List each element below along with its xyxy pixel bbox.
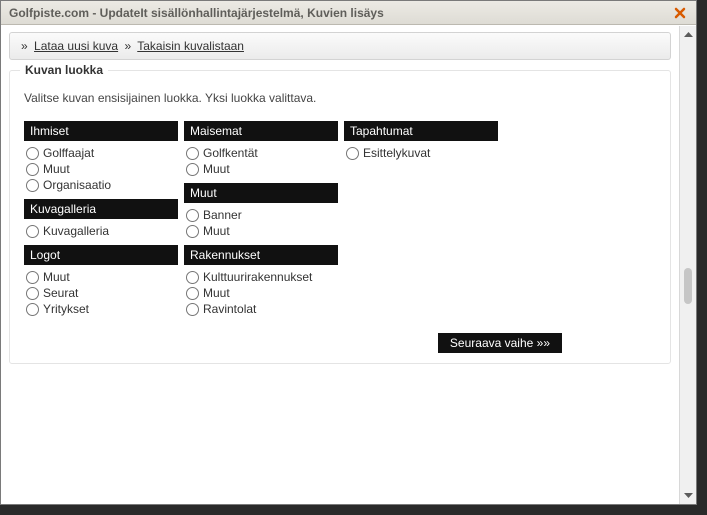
breadcrumb-link-upload[interactable]: Lataa uusi kuva	[34, 39, 118, 53]
scroll-area: » Lataa uusi kuva » Takaisin kuvalistaan…	[1, 26, 679, 504]
option-kulttuurirakennukset[interactable]: Kulttuurirakennukset	[184, 269, 338, 285]
option-label: Kulttuurirakennukset	[203, 269, 312, 285]
radio-input[interactable]	[26, 287, 39, 300]
panel-desc: Valitse kuvan ensisijainen luokka. Yksi …	[24, 91, 656, 105]
option-golfkentat[interactable]: Golfkentät	[184, 145, 338, 161]
radio-input[interactable]	[26, 179, 39, 192]
column-3: Tapahtumat Esittelykuvat	[344, 121, 498, 323]
group-ihmiset: Ihmiset Golffaajat Muut Organisaatio	[24, 121, 178, 193]
option-label: Muut	[203, 223, 230, 239]
option-seurat[interactable]: Seurat	[24, 285, 178, 301]
option-muut[interactable]: Muut	[184, 285, 338, 301]
category-panel: Kuvan luokka Valitse kuvan ensisijainen …	[9, 70, 671, 364]
radio-input[interactable]	[26, 147, 39, 160]
next-step-button[interactable]: Seuraava vaihe »»	[438, 333, 562, 353]
radio-input[interactable]	[186, 225, 199, 238]
option-muut[interactable]: Muut	[184, 161, 338, 177]
option-banner[interactable]: Banner	[184, 207, 338, 223]
chevron-up-icon	[684, 32, 693, 37]
option-muut[interactable]: Muut	[24, 161, 178, 177]
content-wrap: » Lataa uusi kuva » Takaisin kuvalistaan…	[1, 26, 696, 504]
group-header: Kuvagalleria	[24, 199, 178, 219]
radio-input[interactable]	[186, 303, 199, 316]
category-columns: Ihmiset Golffaajat Muut Organisaatio Kuv…	[24, 121, 656, 323]
close-icon	[673, 6, 687, 20]
radio-input[interactable]	[186, 163, 199, 176]
option-esittelykuvat[interactable]: Esittelykuvat	[344, 145, 498, 161]
group-header: Ihmiset	[24, 121, 178, 141]
close-button[interactable]	[672, 5, 688, 21]
option-label: Esittelykuvat	[363, 145, 430, 161]
vertical-scrollbar[interactable]	[679, 26, 696, 504]
group-header: Muut	[184, 183, 338, 203]
radio-input[interactable]	[26, 303, 39, 316]
group-maisemat: Maisemat Golfkentät Muut	[184, 121, 338, 177]
titlebar: Golfpiste.com - UpdateIt sisällönhallint…	[1, 1, 696, 25]
group-header: Tapahtumat	[344, 121, 498, 141]
option-label: Muut	[43, 161, 70, 177]
option-ravintolat[interactable]: Ravintolat	[184, 301, 338, 317]
group-kuvagalleria: Kuvagalleria Kuvagalleria	[24, 199, 178, 239]
column-2: Maisemat Golfkentät Muut Muut Banner Muu…	[184, 121, 338, 323]
option-label: Golffaajat	[43, 145, 94, 161]
option-kuvagalleria[interactable]: Kuvagalleria	[24, 223, 178, 239]
option-label: Kuvagalleria	[43, 223, 109, 239]
group-header: Rakennukset	[184, 245, 338, 265]
radio-input[interactable]	[186, 287, 199, 300]
button-row: Seuraava vaihe »»	[24, 333, 656, 353]
option-label: Golfkentät	[203, 145, 258, 161]
option-yritykset[interactable]: Yritykset	[24, 301, 178, 317]
breadcrumb-sep: »	[124, 39, 131, 53]
breadcrumb: » Lataa uusi kuva » Takaisin kuvalistaan	[9, 32, 671, 60]
option-label: Banner	[203, 207, 242, 223]
panel-title: Kuvan luokka	[20, 63, 108, 77]
option-golffaajat[interactable]: Golffaajat	[24, 145, 178, 161]
option-label: Organisaatio	[43, 177, 111, 193]
option-muut[interactable]: Muut	[24, 269, 178, 285]
option-label: Seurat	[43, 285, 78, 301]
radio-input[interactable]	[26, 271, 39, 284]
option-muut[interactable]: Muut	[184, 223, 338, 239]
radio-input[interactable]	[26, 163, 39, 176]
scroll-up-button[interactable]	[681, 26, 696, 43]
radio-input[interactable]	[186, 271, 199, 284]
option-label: Muut	[203, 161, 230, 177]
window-title: Golfpiste.com - UpdateIt sisällönhallint…	[9, 6, 384, 20]
radio-input[interactable]	[186, 209, 199, 222]
radio-input[interactable]	[186, 147, 199, 160]
breadcrumb-sep: »	[21, 39, 28, 53]
group-tapahtumat: Tapahtumat Esittelykuvat	[344, 121, 498, 161]
option-organisaatio[interactable]: Organisaatio	[24, 177, 178, 193]
scrollbar-thumb[interactable]	[684, 268, 692, 304]
radio-input[interactable]	[26, 225, 39, 238]
option-label: Ravintolat	[203, 301, 256, 317]
chevron-down-icon	[684, 493, 693, 498]
breadcrumb-link-back[interactable]: Takaisin kuvalistaan	[137, 39, 244, 53]
group-rakennukset: Rakennukset Kulttuurirakennukset Muut Ra…	[184, 245, 338, 317]
dialog-window: Golfpiste.com - UpdateIt sisällönhallint…	[0, 0, 697, 505]
group-header: Maisemat	[184, 121, 338, 141]
scroll-down-button[interactable]	[681, 487, 696, 504]
group-logot: Logot Muut Seurat Yritykset	[24, 245, 178, 317]
group-header: Logot	[24, 245, 178, 265]
column-1: Ihmiset Golffaajat Muut Organisaatio Kuv…	[24, 121, 178, 323]
group-muut: Muut Banner Muut	[184, 183, 338, 239]
option-label: Muut	[43, 269, 70, 285]
option-label: Yritykset	[43, 301, 89, 317]
option-label: Muut	[203, 285, 230, 301]
radio-input[interactable]	[346, 147, 359, 160]
